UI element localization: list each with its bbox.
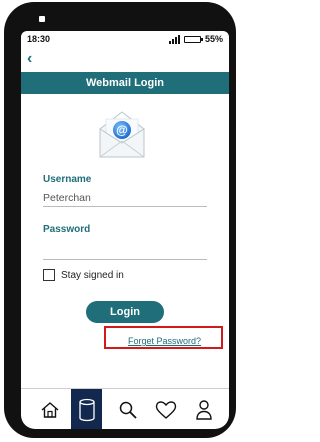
camera-dot <box>39 16 45 22</box>
password-label: Password <box>43 224 91 235</box>
tab-favorites[interactable] <box>150 389 181 429</box>
status-right: 55% <box>168 34 223 44</box>
search-icon <box>119 401 137 419</box>
password-field[interactable] <box>43 242 207 260</box>
battery-percent: 55% <box>204 34 223 44</box>
stay-signed-in-label: Stay signed in <box>61 269 124 281</box>
page-title: Webmail Login <box>21 72 229 94</box>
status-bar: 18:30 55% <box>21 31 229 49</box>
tab-home[interactable] <box>34 389 65 429</box>
tab-profile[interactable] <box>188 389 219 429</box>
stay-signed-in-row: Stay signed in <box>43 269 124 281</box>
signal-icon <box>168 34 180 44</box>
status-time: 18:30 <box>27 34 51 44</box>
tab-search[interactable] <box>112 389 143 429</box>
user-icon <box>195 399 212 420</box>
bottom-tab-bar <box>21 388 229 429</box>
username-label: Username <box>43 174 92 185</box>
stay-signed-in-checkbox[interactable] <box>43 269 55 281</box>
svg-text:@: @ <box>116 123 128 137</box>
phone-frame: 18:30 55% ‹ Webmail Login @ Username Pet… <box>4 2 236 438</box>
phone-screen: 18:30 55% ‹ Webmail Login @ Username Pet… <box>21 31 229 429</box>
back-chevron-icon[interactable]: ‹ <box>27 49 32 69</box>
heart-icon <box>155 400 176 419</box>
volume-button <box>5 120 9 160</box>
database-icon <box>78 398 95 421</box>
username-field[interactable] <box>43 189 207 207</box>
power-button <box>231 120 235 160</box>
login-button[interactable]: Login <box>86 301 164 323</box>
email-envelope-icon: @ <box>99 111 145 158</box>
tab-database[interactable] <box>71 389 102 429</box>
forgot-password-link[interactable]: Forget Password? <box>128 336 201 346</box>
battery-icon <box>183 35 203 43</box>
home-icon <box>41 401 58 418</box>
